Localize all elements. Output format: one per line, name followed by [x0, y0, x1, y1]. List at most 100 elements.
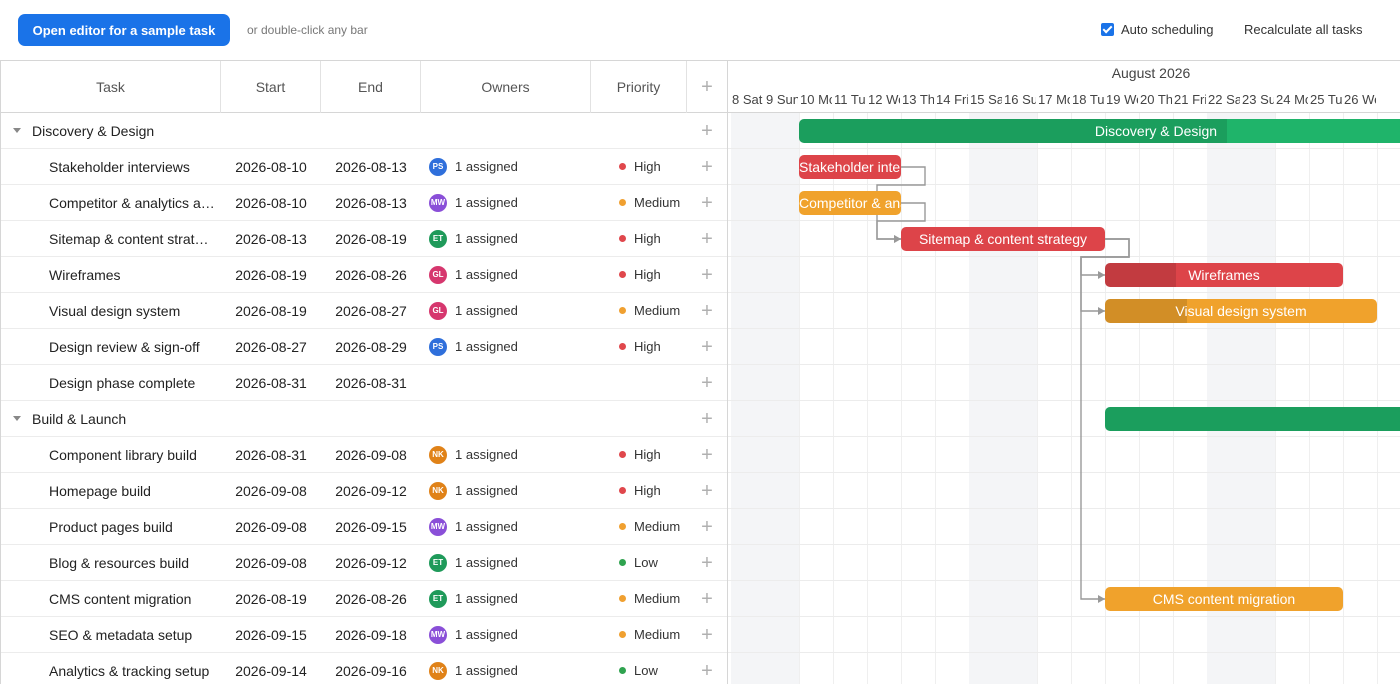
plus-icon[interactable]: +: [701, 157, 713, 177]
table-row[interactable]: Stakeholder interviews 2026-08-10 2026-08-…: [1, 149, 727, 185]
add-column-button[interactable]: +: [687, 61, 727, 113]
start-date[interactable]: 2026-08-19: [221, 293, 321, 329]
priority-cell[interactable]: Medium: [591, 509, 687, 545]
plus-icon[interactable]: +: [701, 265, 713, 285]
column-header-task[interactable]: Task: [1, 61, 221, 113]
owners-cell[interactable]: GL 1 assigned: [421, 257, 591, 293]
owners-cell[interactable]: MW 1 assigned: [421, 509, 591, 545]
end-date[interactable]: 2026-09-16: [321, 653, 421, 685]
priority-cell[interactable]: High: [591, 473, 687, 509]
task-name-cell[interactable]: Stakeholder interviews: [1, 149, 221, 185]
end-date[interactable]: 2026-08-13: [321, 185, 421, 221]
add-subtask-button[interactable]: +: [687, 401, 727, 437]
column-header-end[interactable]: End: [321, 61, 421, 113]
owners-cell[interactable]: ET 1 assigned: [421, 545, 591, 581]
owners-cell[interactable]: ET 1 assigned: [421, 581, 591, 617]
start-date[interactable]: 2026-08-27: [221, 329, 321, 365]
priority-cell[interactable]: Low: [591, 545, 687, 581]
table-row[interactable]: Homepage build 2026-09-08 2026-09-12 NK 1 as…: [1, 473, 727, 509]
owners-cell[interactable]: NK 1 assigned: [421, 473, 591, 509]
column-header-start[interactable]: Start: [221, 61, 321, 113]
task-bar[interactable]: Wireframes: [1105, 263, 1343, 287]
table-row[interactable]: Design phase complete 2026-08-31 2026-08-3…: [1, 365, 727, 401]
task-name-cell[interactable]: SEO & metadata setup: [1, 617, 221, 653]
start-date[interactable]: 2026-08-10: [221, 149, 321, 185]
owners-cell[interactable]: GL 1 assigned: [421, 293, 591, 329]
add-subtask-button[interactable]: +: [687, 581, 727, 617]
task-bar[interactable]: Visual design system: [1105, 299, 1377, 323]
end-date[interactable]: 2026-09-18: [321, 617, 421, 653]
table-row[interactable]: Design review & sign-off 2026-08-27 2026-0…: [1, 329, 727, 365]
end-date[interactable]: 2026-09-15: [321, 509, 421, 545]
plus-icon[interactable]: +: [701, 121, 713, 141]
end-date[interactable]: 2026-08-27: [321, 293, 421, 329]
plus-icon[interactable]: +: [701, 589, 713, 609]
task-name-cell[interactable]: Competitor & analytics audit: [1, 185, 221, 221]
add-subtask-button[interactable]: +: [687, 185, 727, 221]
auto-scheduling-checkbox[interactable]: [1101, 23, 1114, 36]
plus-icon[interactable]: +: [701, 445, 713, 465]
owners-cell[interactable]: MW 1 assigned: [421, 185, 591, 221]
table-row[interactable]: Competitor & analytics audit 2026-08-10 20…: [1, 185, 727, 221]
plus-icon[interactable]: +: [701, 193, 713, 213]
collapse-caret-icon[interactable]: [13, 416, 21, 421]
table-row[interactable]: Sitemap & content strategy 2026-08-13 2026…: [1, 221, 727, 257]
task-name-cell[interactable]: Analytics & tracking setup: [1, 653, 221, 685]
end-date[interactable]: 2026-08-26: [321, 257, 421, 293]
task-bar[interactable]: Competitor & analytics audit: [799, 191, 901, 215]
plus-icon[interactable]: +: [701, 409, 713, 429]
task-name-cell[interactable]: Visual design system: [1, 293, 221, 329]
add-subtask-button[interactable]: +: [687, 329, 727, 365]
priority-cell[interactable]: Low: [591, 653, 687, 685]
task-name-cell[interactable]: Wireframes: [1, 257, 221, 293]
plus-icon[interactable]: +: [701, 337, 713, 357]
open-editor-button[interactable]: Open editor for a sample task: [18, 14, 230, 46]
task-name-cell[interactable]: Sitemap & content strategy: [1, 221, 221, 257]
plus-icon[interactable]: +: [701, 481, 713, 501]
owners-cell[interactable]: PS 1 assigned: [421, 149, 591, 185]
priority-cell[interactable]: [591, 365, 687, 401]
plus-icon[interactable]: +: [701, 301, 713, 321]
group-row[interactable]: Discovery & Design +: [1, 113, 727, 149]
plus-icon[interactable]: +: [701, 625, 713, 645]
task-bar[interactable]: CMS content migration: [1105, 587, 1343, 611]
add-subtask-button[interactable]: +: [687, 221, 727, 257]
end-date[interactable]: 2026-08-29: [321, 329, 421, 365]
add-subtask-button[interactable]: +: [687, 257, 727, 293]
add-subtask-button[interactable]: +: [687, 545, 727, 581]
owners-cell[interactable]: NK 1 assigned: [421, 653, 591, 685]
priority-cell[interactable]: Medium: [591, 617, 687, 653]
task-name-cell[interactable]: Design review & sign-off: [1, 329, 221, 365]
add-subtask-button[interactable]: +: [687, 653, 727, 685]
task-bar[interactable]: Sitemap & content strategy: [901, 227, 1105, 251]
priority-cell[interactable]: High: [591, 437, 687, 473]
end-date[interactable]: 2026-09-12: [321, 545, 421, 581]
add-subtask-button[interactable]: +: [687, 509, 727, 545]
start-date[interactable]: 2026-08-31: [221, 437, 321, 473]
auto-scheduling-toggle[interactable]: Auto scheduling: [1101, 22, 1214, 37]
start-date[interactable]: 2026-09-14: [221, 653, 321, 685]
group-row[interactable]: Build & Launch +: [1, 401, 727, 437]
add-subtask-button[interactable]: +: [687, 365, 727, 401]
start-date[interactable]: 2026-08-13: [221, 221, 321, 257]
priority-cell[interactable]: Medium: [591, 293, 687, 329]
table-row[interactable]: CMS content migration 2026-08-19 2026-08-2…: [1, 581, 727, 617]
priority-cell[interactable]: Medium: [591, 581, 687, 617]
task-name-cell[interactable]: Homepage build: [1, 473, 221, 509]
add-subtask-button[interactable]: +: [687, 113, 727, 149]
add-subtask-button[interactable]: +: [687, 293, 727, 329]
recalculate-all-button[interactable]: Recalculate all tasks: [1244, 22, 1363, 37]
owners-cell[interactable]: [421, 365, 591, 401]
end-date[interactable]: 2026-08-13: [321, 149, 421, 185]
plus-icon[interactable]: +: [701, 77, 713, 97]
end-date[interactable]: 2026-08-19: [321, 221, 421, 257]
start-date[interactable]: 2026-08-19: [221, 257, 321, 293]
task-name-cell[interactable]: CMS content migration: [1, 581, 221, 617]
owners-cell[interactable]: ET 1 assigned: [421, 221, 591, 257]
add-subtask-button[interactable]: +: [687, 437, 727, 473]
priority-cell[interactable]: Medium: [591, 185, 687, 221]
priority-cell[interactable]: High: [591, 149, 687, 185]
start-date[interactable]: 2026-08-31: [221, 365, 321, 401]
priority-cell[interactable]: High: [591, 221, 687, 257]
end-date[interactable]: 2026-09-08: [321, 437, 421, 473]
